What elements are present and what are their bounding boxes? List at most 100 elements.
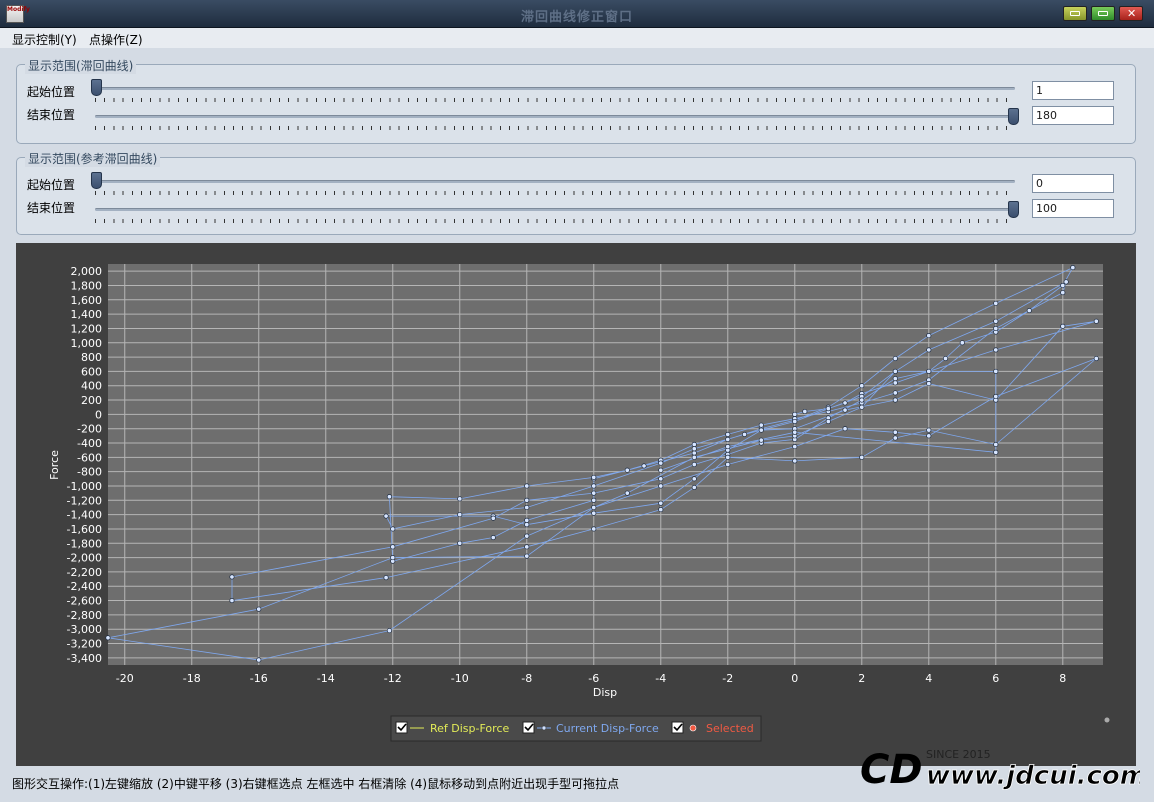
group-title: 显示范围(滞回曲线) bbox=[25, 57, 137, 74]
y-tick-label: -1,000 bbox=[67, 480, 102, 493]
data-point bbox=[624, 490, 630, 496]
data-point bbox=[658, 476, 664, 482]
start-slider-track[interactable] bbox=[95, 87, 1015, 90]
data-point bbox=[725, 454, 731, 460]
data-point bbox=[959, 340, 965, 346]
window-title: 滞回曲线修正窗口 bbox=[520, 10, 633, 25]
ref-start-slider-track[interactable] bbox=[95, 180, 1015, 183]
data-point bbox=[390, 544, 396, 550]
end-slider-track[interactable] bbox=[95, 115, 1015, 118]
x-tick-label: 4 bbox=[925, 672, 932, 685]
data-point bbox=[993, 441, 999, 448]
ref-end-slider-thumb[interactable] bbox=[1008, 201, 1019, 218]
plot-area[interactable] bbox=[108, 264, 1103, 665]
data-point bbox=[802, 408, 808, 415]
watermark-url: www.jdcui.com bbox=[926, 761, 1140, 791]
close-icon: ✕ bbox=[1127, 7, 1137, 20]
data-point bbox=[591, 483, 597, 489]
legend-ref-label: Ref Disp-Force bbox=[430, 722, 509, 735]
data-point bbox=[892, 368, 898, 374]
end-slider-thumb[interactable] bbox=[1008, 108, 1019, 125]
data-point bbox=[524, 497, 530, 503]
legend-selected-label: Selected bbox=[706, 722, 754, 735]
data-point bbox=[926, 347, 932, 353]
end-position-input[interactable]: 180 bbox=[1032, 106, 1114, 125]
data-point bbox=[591, 510, 597, 516]
data-point bbox=[658, 500, 664, 506]
data-point bbox=[926, 368, 932, 374]
data-point bbox=[993, 393, 999, 400]
data-point bbox=[691, 446, 697, 452]
ref-end-slider-ticks bbox=[95, 219, 1015, 223]
chart-svg[interactable]: -20 -18 -16 -14 -12 -10 -8 -6 -4 -2 0 2 4 6 82,0001,80… bbox=[16, 243, 1136, 766]
data-point bbox=[741, 431, 748, 437]
x-tick-label: -8 bbox=[521, 672, 532, 685]
data-point bbox=[658, 460, 664, 466]
y-tick-label: -800 bbox=[77, 466, 102, 479]
y-tick-label: -2,600 bbox=[67, 595, 102, 608]
range-group-reference: 显示范围(参考滞回曲线) 起始位置 0 结束位置 100 bbox=[16, 150, 1136, 235]
minimize-button[interactable] bbox=[1063, 6, 1087, 21]
data-point bbox=[892, 435, 898, 441]
y-tick-label: 1,000 bbox=[71, 337, 103, 350]
menu-display-control[interactable]: 显示控制(Y) bbox=[12, 31, 77, 48]
ref-end-position-input[interactable]: 100 bbox=[1032, 199, 1114, 218]
menu-point-operation[interactable]: 点操作(Z) bbox=[89, 31, 143, 48]
ref-end-slider-track[interactable] bbox=[95, 208, 1015, 211]
y-tick-label: -1,200 bbox=[67, 494, 102, 507]
y-tick-label: -3,400 bbox=[67, 652, 102, 665]
x-tick-label: -18 bbox=[183, 672, 201, 685]
data-point bbox=[591, 490, 597, 496]
watermark-logo: CD bbox=[860, 747, 923, 793]
data-point bbox=[1060, 290, 1066, 296]
start-slider-thumb[interactable] bbox=[91, 79, 102, 96]
x-tick-label: 0 bbox=[791, 672, 798, 685]
data-point bbox=[993, 368, 999, 374]
data-point bbox=[926, 427, 932, 433]
hysteresis-plot[interactable]: -20 -18 -16 -14 -12 -10 -8 -6 -4 -2 0 2 4 6 8 2,000 1,80… bbox=[16, 243, 1136, 766]
end-position-label: 结束位置 bbox=[27, 108, 76, 122]
x-tick-label: -4 bbox=[655, 672, 666, 685]
data-point bbox=[892, 397, 898, 403]
y-tick-label: -600 bbox=[77, 451, 102, 464]
data-point bbox=[524, 544, 530, 550]
data-point bbox=[390, 526, 396, 532]
data-point bbox=[993, 318, 999, 324]
y-tick-label: -400 bbox=[77, 437, 102, 450]
data-point bbox=[105, 635, 111, 641]
x-tick-label: -6 bbox=[588, 672, 599, 685]
y-tick-label: 0 bbox=[95, 408, 102, 421]
data-point bbox=[383, 513, 389, 519]
data-point bbox=[1060, 282, 1066, 289]
ref-end-position-label: 结束位置 bbox=[27, 201, 76, 215]
data-point bbox=[725, 436, 731, 442]
maximize-icon bbox=[1098, 11, 1108, 16]
data-point bbox=[457, 540, 463, 546]
x-tick-label: -14 bbox=[317, 672, 335, 685]
x-tick-label: -10 bbox=[451, 672, 469, 685]
data-point bbox=[758, 437, 764, 443]
ref-start-position-input[interactable]: 0 bbox=[1032, 174, 1114, 193]
data-point bbox=[792, 411, 798, 417]
start-position-input[interactable]: 1 bbox=[1032, 81, 1114, 100]
plot-handle-dot[interactable] bbox=[1104, 717, 1110, 723]
ref-start-slider-thumb[interactable] bbox=[91, 172, 102, 189]
data-point bbox=[859, 383, 865, 389]
data-point bbox=[892, 376, 898, 382]
data-point bbox=[591, 526, 597, 532]
data-point bbox=[842, 426, 848, 432]
data-point bbox=[490, 534, 496, 541]
data-point bbox=[892, 390, 898, 396]
data-point bbox=[725, 431, 731, 437]
maximize-button[interactable] bbox=[1091, 6, 1115, 21]
data-point bbox=[792, 458, 798, 464]
watermark: CD SINCE 2015 www.jdcui.com bbox=[860, 743, 1147, 795]
minimize-icon bbox=[1070, 11, 1080, 16]
close-button[interactable]: ✕ bbox=[1119, 6, 1143, 21]
y-tick-label: -2,200 bbox=[67, 566, 102, 579]
data-point bbox=[386, 628, 392, 634]
group-title: 显示范围(参考滞回曲线) bbox=[25, 150, 161, 167]
y-tick-label: 800 bbox=[81, 351, 102, 364]
x-tick-label: 2 bbox=[858, 672, 865, 685]
data-point bbox=[229, 574, 235, 580]
